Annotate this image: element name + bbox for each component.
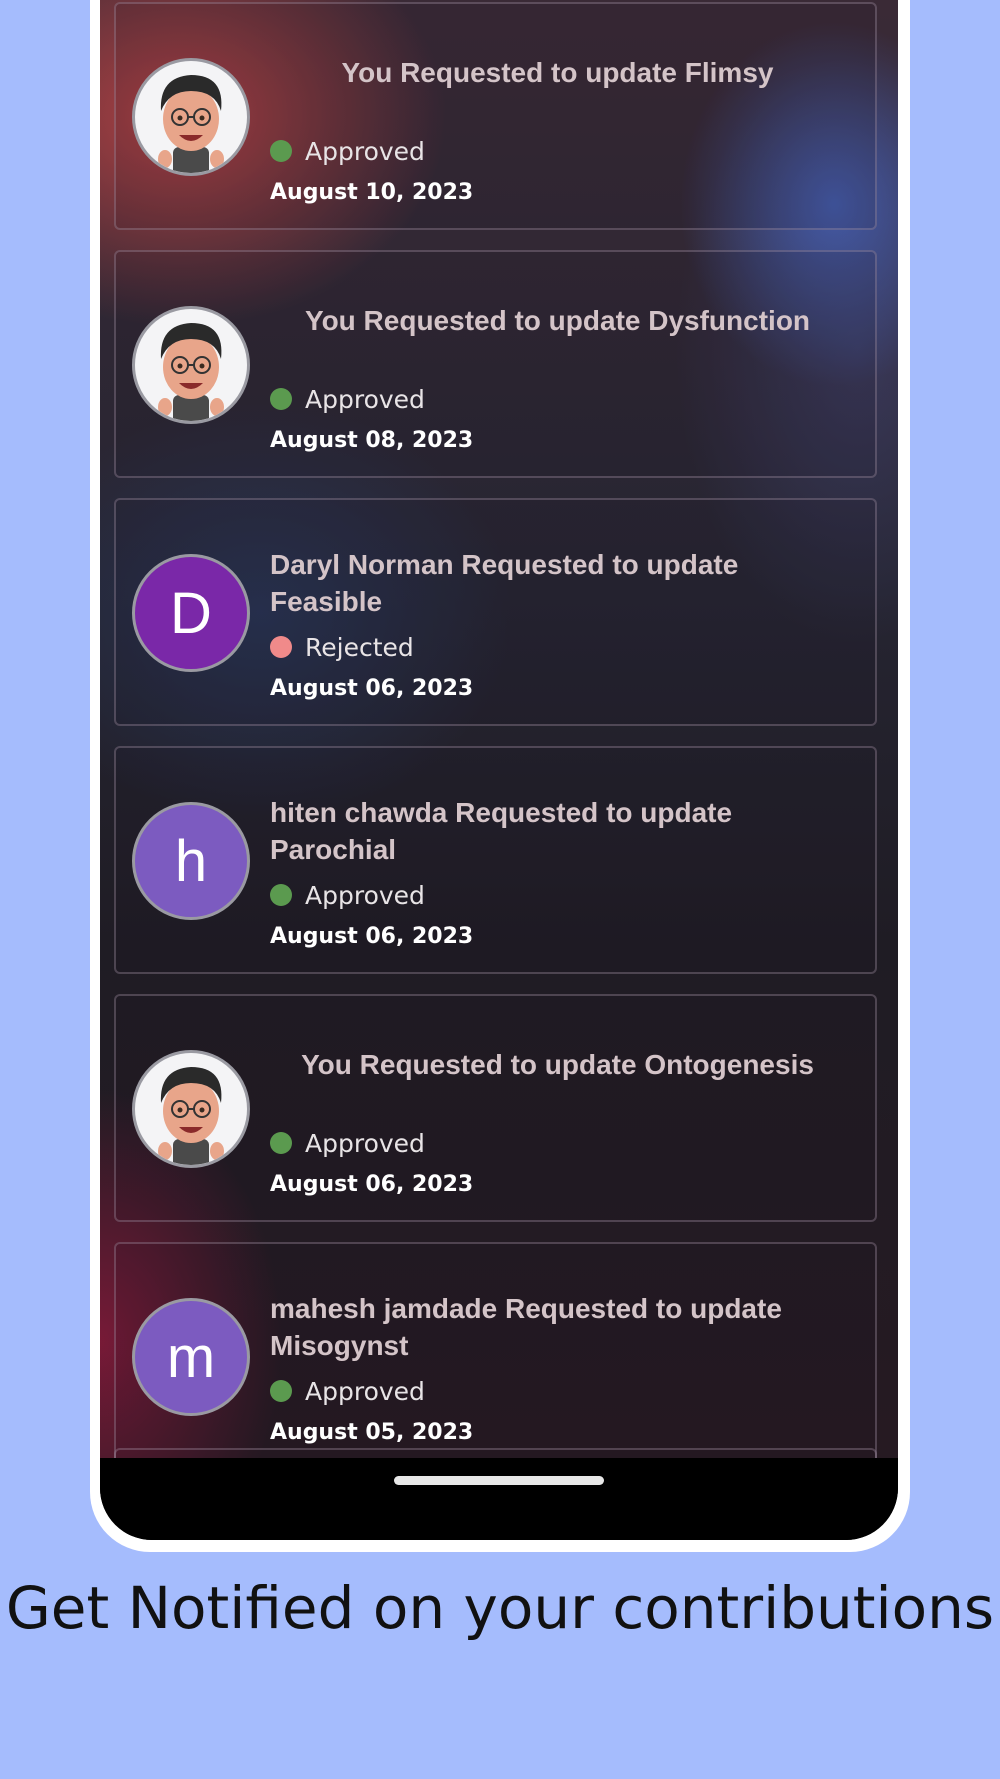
system-nav-bar xyxy=(100,1458,898,1540)
user-avatar xyxy=(132,1050,250,1168)
user-avatar: D xyxy=(132,554,250,672)
notification-date: August 10, 2023 xyxy=(270,180,474,205)
notification-title: Daryl Norman Requested to update Feasibl… xyxy=(270,549,739,617)
phone-screen: You Requested to update Flimsy Approved … xyxy=(100,0,898,1540)
status-dot-icon xyxy=(270,388,292,410)
notification-card[interactable]: You Requested to update Dysfunction Appr… xyxy=(114,250,877,478)
phone-frame: You Requested to update Flimsy Approved … xyxy=(90,0,910,1552)
notification-date: August 06, 2023 xyxy=(270,676,474,701)
avatar-initial: h xyxy=(174,828,208,894)
status-label: Approved xyxy=(305,880,425,910)
notification-list[interactable]: You Requested to update Flimsy Approved … xyxy=(100,0,898,1458)
memoji-avatar-icon xyxy=(158,1067,224,1165)
notification-card[interactable]: h hiten chawda Requested to update Paroc… xyxy=(114,746,877,974)
status-badge: Rejected xyxy=(270,630,414,664)
notification-title: You Requested to update Flimsy xyxy=(341,57,774,88)
user-avatar: m xyxy=(132,1298,250,1416)
avatar-initial: m xyxy=(166,1324,216,1390)
notification-card[interactable]: You Requested to update Flimsy Approved … xyxy=(114,2,877,230)
status-badge: Approved xyxy=(270,878,425,912)
status-badge: Approved xyxy=(270,382,425,416)
notification-title: mahesh jamdade Requested to update Misog… xyxy=(270,1293,782,1361)
notification-title: You Requested to update Ontogenesis xyxy=(301,1049,814,1080)
status-dot-icon xyxy=(270,1380,292,1402)
memoji-avatar-icon xyxy=(158,323,224,421)
promo-caption: Get Notified on your contributions xyxy=(5,1574,995,1642)
avatar-initial: D xyxy=(170,580,212,646)
notification-card[interactable]: D Daryl Norman Requested to update Feasi… xyxy=(114,498,877,726)
notification-card[interactable]: You Requested to update Ontogenesis Appr… xyxy=(114,994,877,1222)
status-label: Approved xyxy=(305,136,425,166)
status-dot-icon xyxy=(270,140,292,162)
notification-card-partial[interactable] xyxy=(114,1448,877,1458)
user-avatar: h xyxy=(132,802,250,920)
status-label: Approved xyxy=(305,384,425,414)
status-badge: Approved xyxy=(270,1126,425,1160)
status-dot-icon xyxy=(270,636,292,658)
notification-title: You Requested to update Dysfunction xyxy=(304,305,811,336)
notification-date: August 08, 2023 xyxy=(270,428,474,453)
status-dot-icon xyxy=(270,1132,292,1154)
notification-date: August 06, 2023 xyxy=(270,924,474,949)
status-badge: Approved xyxy=(270,1374,425,1408)
notification-card[interactable]: m mahesh jamdade Requested to update Mis… xyxy=(114,1242,877,1458)
notification-title: hiten chawda Requested to update Parochi… xyxy=(270,797,733,865)
status-badge: Approved xyxy=(270,134,425,168)
status-label: Approved xyxy=(305,1128,425,1158)
user-avatar xyxy=(132,58,250,176)
memoji-avatar-icon xyxy=(158,75,224,173)
status-dot-icon xyxy=(270,884,292,906)
notification-date: August 05, 2023 xyxy=(270,1420,474,1445)
user-avatar xyxy=(132,306,250,424)
status-label: Rejected xyxy=(305,632,414,662)
status-label: Approved xyxy=(305,1376,425,1406)
notification-date: August 06, 2023 xyxy=(270,1172,474,1197)
home-indicator[interactable] xyxy=(394,1476,604,1485)
